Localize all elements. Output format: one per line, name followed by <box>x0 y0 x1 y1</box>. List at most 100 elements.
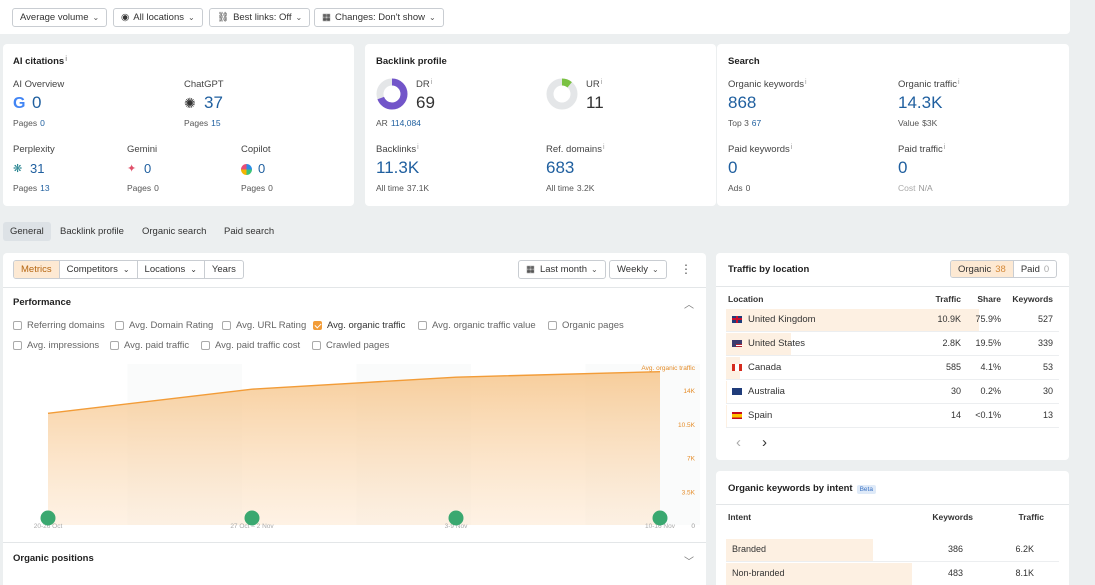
gemini-value[interactable]: 0 <box>144 161 151 176</box>
organic-traffic-label: Organic traffici <box>898 79 960 90</box>
keywords-cell[interactable]: 527 <box>1038 314 1053 324</box>
paid-traffic-value[interactable]: 0 <box>898 158 907 178</box>
toggle-paid[interactable]: Paid 0 <box>1014 261 1056 277</box>
chevron-down-icon: ⌄ <box>188 13 195 22</box>
intent-keywords-cell[interactable]: 386 <box>948 544 963 554</box>
checkbox-icon <box>548 321 557 330</box>
organic-keywords-value[interactable]: 868 <box>728 93 756 113</box>
metric-checkbox[interactable]: Avg. organic traffic value <box>418 320 536 331</box>
table-row[interactable]: Branded 386 6.2K <box>726 539 1059 562</box>
locations-label: All locations <box>133 12 184 23</box>
search-card: Search Organic keywordsi 868 Top 3 67 Org… <box>717 44 1069 206</box>
intent-keywords-cell[interactable]: 483 <box>948 568 963 578</box>
granularity-dropdown[interactable]: Weekly ⌄ <box>609 260 667 279</box>
ref-domains-value[interactable]: 683 <box>546 158 574 178</box>
chevron-down-icon: ⌄ <box>651 265 659 274</box>
event-marker[interactable] <box>40 510 56 526</box>
metric-checkbox[interactable]: Organic pages <box>548 320 624 331</box>
event-marker[interactable] <box>244 510 260 526</box>
metric-checkbox[interactable]: Avg. Domain Rating <box>115 320 213 331</box>
perplexity-icon: ❋ <box>13 163 23 175</box>
table-row[interactable]: Spain 14 <0.1% 13 <box>726 405 1059 428</box>
perplexity-pages: Pages 13 <box>13 183 50 193</box>
keywords-cell[interactable]: 30 <box>1043 386 1053 396</box>
ai-overview-value[interactable]: 0 <box>32 93 41 113</box>
table-row[interactable]: Australia 30 0.2% 30 <box>726 381 1059 404</box>
ar-rank: AR 114,084 <box>376 118 421 128</box>
backlink-profile-title: Backlink profile <box>376 56 447 67</box>
perplexity-value[interactable]: 31 <box>30 161 44 176</box>
traffic-cell: 30 <box>950 386 961 396</box>
metric-checkbox-label: Avg. impressions <box>27 340 100 351</box>
table-row[interactable]: Canada 585 4.1% 53 <box>726 357 1059 380</box>
backlinks-value[interactable]: 11.3K <box>376 158 419 178</box>
intent-cell: Branded <box>732 544 767 554</box>
col-traffic: Traffic <box>935 294 961 304</box>
tab-backlink-profile[interactable]: Backlink profile <box>53 222 131 241</box>
best-links-dropdown[interactable]: ⛓ Best links: Off ⌄ <box>209 8 311 27</box>
metric-checkbox[interactable]: Referring domains <box>13 320 105 331</box>
copilot-pages: Pages 0 <box>241 183 273 193</box>
chatgpt-value[interactable]: 37 <box>204 93 223 113</box>
tab-paid-search[interactable]: Paid search <box>217 222 281 241</box>
event-marker[interactable] <box>652 510 668 526</box>
col-share: Share <box>977 294 1001 304</box>
ai-overview-pages: Pages 0 <box>13 118 45 128</box>
changes-dropdown[interactable]: ▦ Changes: Don't show ⌄ <box>314 8 444 27</box>
metric-checkbox[interactable]: Avg. organic traffic <box>313 320 405 331</box>
locations-dropdown[interactable]: ◉ All locations ⌄ <box>113 8 203 27</box>
segment-years[interactable]: Years <box>205 261 243 278</box>
metric-checkbox[interactable]: Avg. paid traffic <box>110 340 189 351</box>
ur-donut <box>546 78 578 110</box>
ads-count: Ads 0 <box>728 183 751 193</box>
collapse-icon[interactable]: ︿ <box>684 296 694 311</box>
copilot-value[interactable]: 0 <box>258 161 265 176</box>
divider <box>716 504 1069 505</box>
expand-icon[interactable]: ﹀ <box>684 553 694 568</box>
metric-checkbox[interactable]: Avg. impressions <box>13 340 99 351</box>
period-dropdown[interactable]: ▦ Last month ⌄ <box>518 260 606 279</box>
checkbox-checked-icon <box>313 321 322 330</box>
y-tick-label: 10.5K <box>678 422 696 429</box>
chatgpt-label: ChatGPT <box>184 79 224 90</box>
toggle-organic[interactable]: Organic 38 <box>951 261 1014 277</box>
table-row[interactable]: United States 2.8K 19.5% 339 <box>726 333 1059 356</box>
col-keywords: Keywords <box>1012 294 1053 304</box>
volume-dropdown[interactable]: Average volume ⌄ <box>12 8 108 27</box>
tab-general[interactable]: General <box>3 222 51 241</box>
segment-competitors[interactable]: Competitors ⌄ <box>60 261 138 278</box>
tab-organic-search[interactable]: Organic search <box>135 222 213 241</box>
dr-value: 69 <box>416 93 435 112</box>
metric-checkbox[interactable]: Avg. URL Rating <box>222 320 306 331</box>
metric-checkbox-label: Referring domains <box>27 320 105 331</box>
location-cell: Australia <box>732 386 785 397</box>
chevron-down-icon: ⌄ <box>92 13 100 22</box>
organic-traffic-value[interactable]: 14.3K <box>898 93 942 113</box>
segment-metrics[interactable]: Metrics <box>14 261 60 278</box>
prev-page-button[interactable]: ‹ <box>736 434 741 451</box>
col-intent-traffic: Traffic <box>1018 512 1044 522</box>
best-links-label: Best links: Off <box>233 12 292 23</box>
keywords-cell[interactable]: 53 <box>1043 362 1053 372</box>
checkbox-icon <box>418 321 427 330</box>
keywords-cell[interactable]: 13 <box>1043 410 1053 420</box>
chevron-down-icon: ⌄ <box>122 265 130 274</box>
metric-checkbox[interactable]: Avg. paid traffic cost <box>201 340 300 351</box>
ur-value: 11 <box>586 93 604 112</box>
keywords-cell[interactable]: 339 <box>1038 338 1053 348</box>
segment-locations[interactable]: Locations ⌄ <box>138 261 205 278</box>
more-options-icon[interactable]: ⋮ <box>680 262 692 276</box>
paid-keywords-value[interactable]: 0 <box>728 158 737 178</box>
table-row[interactable]: United Kingdom 10.9K 75.9% 527 <box>726 309 1059 332</box>
paid-cost: Cost N/A <box>898 183 933 193</box>
table-row[interactable]: Non-branded 483 8.1K <box>726 563 1059 585</box>
share-cell: <0.1% <box>975 410 1001 420</box>
event-marker[interactable] <box>448 510 464 526</box>
metric-checkbox[interactable]: Crawled pages <box>312 340 389 351</box>
traffic-cell: 10.9K <box>937 314 961 324</box>
calendar-icon: ▦ <box>526 264 535 275</box>
gemini-pages: Pages 0 <box>127 183 159 193</box>
next-page-button[interactable]: › <box>762 434 767 451</box>
checkbox-icon <box>115 321 124 330</box>
gemini-icon: ✦ <box>127 163 137 175</box>
